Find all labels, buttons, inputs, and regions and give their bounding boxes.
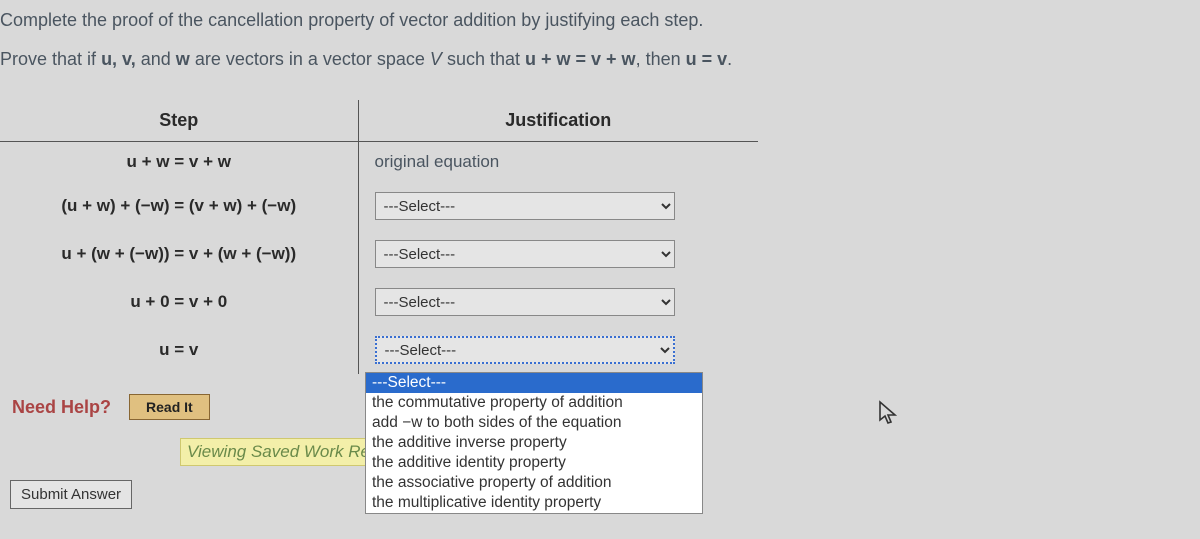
submit-answer-button[interactable]: Submit Answer xyxy=(10,480,132,509)
step-1: (u + w) + (−w) = (v + w) + (−w) xyxy=(0,182,358,230)
prove-mid3: such that xyxy=(442,49,525,69)
prove-V: V xyxy=(430,49,442,69)
justify-select-4[interactable]: ---Select--- xyxy=(375,336,675,364)
prove-mid2: are vectors in a vector space xyxy=(190,49,430,69)
prove-eq1: u + w = v + w xyxy=(525,49,636,69)
dropdown-option[interactable]: the additive identity property xyxy=(366,453,702,473)
prove-w: w xyxy=(176,49,190,69)
prove-prefix: Prove that if xyxy=(0,49,101,69)
justify-select-1[interactable]: ---Select--- xyxy=(375,192,675,220)
justify-select-2[interactable]: ---Select--- xyxy=(375,240,675,268)
prove-eq2: u = v xyxy=(686,49,728,69)
table-row: u + w = v + w original equation xyxy=(0,142,758,183)
prove-end: . xyxy=(727,49,732,69)
proof-table: Step Justification u + w = v + w origina… xyxy=(0,100,758,374)
dropdown-option[interactable]: the associative property of addition xyxy=(366,473,702,493)
table-row: u + 0 = v + 0 ---Select--- xyxy=(0,278,758,326)
prove-mid1: and xyxy=(136,49,176,69)
dropdown-option[interactable]: the multiplicative identity property xyxy=(366,493,702,513)
need-help-label: Need Help? xyxy=(12,397,111,418)
step-4: u = v xyxy=(0,326,358,374)
just-0: original equation xyxy=(358,142,758,183)
justify-select-3[interactable]: ---Select--- xyxy=(375,288,675,316)
read-it-button[interactable]: Read It xyxy=(129,394,210,420)
question-text: Complete the proof of the cancellation p… xyxy=(0,0,1200,33)
saved-work-notice: Viewing Saved Work Rev xyxy=(180,438,386,466)
dropdown-option[interactable]: the commutative property of addition xyxy=(366,393,702,413)
dropdown-option[interactable]: add −w to both sides of the equation xyxy=(366,413,702,433)
header-justification: Justification xyxy=(358,100,758,142)
dropdown-listbox[interactable]: ---Select--- the commutative property of… xyxy=(365,372,703,514)
step-0: u + w = v + w xyxy=(0,142,358,183)
step-3: u + 0 = v + 0 xyxy=(0,278,358,326)
prove-mid4: , then xyxy=(636,49,686,69)
table-row: u + (w + (−w)) = v + (w + (−w)) ---Selec… xyxy=(0,230,758,278)
cursor-icon xyxy=(878,400,898,432)
table-row: u = v ---Select--- xyxy=(0,326,758,374)
header-step: Step xyxy=(0,100,358,142)
prove-statement: Prove that if u, v, and w are vectors in… xyxy=(0,33,1200,72)
table-row: (u + w) + (−w) = (v + w) + (−w) ---Selec… xyxy=(0,182,758,230)
dropdown-option[interactable]: the additive inverse property xyxy=(366,433,702,453)
step-2: u + (w + (−w)) = v + (w + (−w)) xyxy=(0,230,358,278)
prove-uv: u, v, xyxy=(101,49,136,69)
dropdown-option[interactable]: ---Select--- xyxy=(366,373,702,393)
